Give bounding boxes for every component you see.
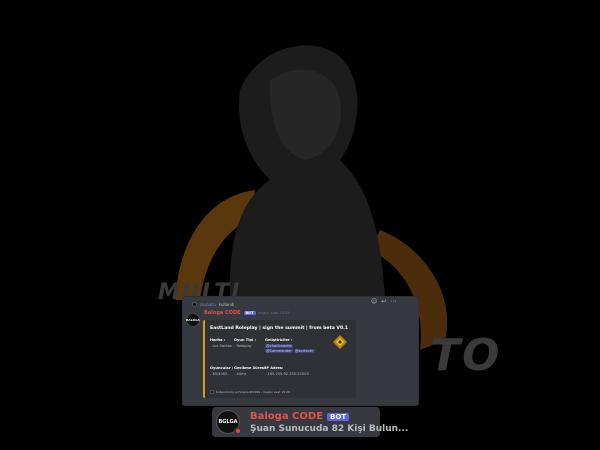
field-name: Oyun Tipi : [234, 338, 256, 342]
reply-reference[interactable]: /sunucu kullandı [192, 300, 234, 308]
author-line: Baloga CODE BOT bugün saat 15:29 [204, 310, 289, 316]
reply-suffix: kullandı [218, 301, 235, 307]
author-avatar[interactable]: BALOGA [186, 313, 200, 327]
developer-mention[interactable]: @charlimaddx [265, 343, 293, 348]
field-name: IP Adres: [265, 366, 284, 370]
member-status-card[interactable]: BGLGA Baloga CODE BOT Şuan Sunucuda 82 K… [212, 407, 408, 437]
status-name: Baloga CODE [250, 411, 324, 422]
field-name: Oyuncular : [210, 366, 234, 370]
add-reaction-icon[interactable]: ☺ [371, 298, 377, 305]
status-bot-tag: BOT [327, 412, 350, 421]
embed-thumbnail-logo-icon [333, 335, 347, 349]
field-game-type: Oyun Tipi : - Roleplay [234, 338, 256, 348]
field-developers: Geliştiriciler : @charlimaddx @Commander… [265, 338, 315, 354]
author-name[interactable]: Baloga CODE [204, 310, 241, 316]
bot-tag: BOT [243, 311, 256, 315]
field-name: Gecikme Süresi : [234, 366, 268, 370]
field-value: @charlimaddx @Commander @sortaver [265, 343, 315, 354]
reply-avatar [192, 301, 197, 307]
developer-mention[interactable]: @Commander [265, 348, 293, 353]
field-players: Oyuncular : - 85/4000 [210, 366, 233, 376]
field-value: - 44ms [234, 371, 247, 376]
footer-text: Kullanıldı by echoapex#0499 • bugün saat… [216, 390, 290, 394]
field-value: - Los Santos [210, 343, 232, 348]
watermark-right: TO [430, 330, 502, 381]
status-activity: Şuan Sunucuda 82 Kişi Bulun... [250, 424, 409, 434]
field-ip-address: IP Adres: - 185.255.92.155:22003 [265, 366, 309, 376]
developer-mention[interactable]: @sortaver [293, 348, 315, 353]
field-latency: Gecikme Süresi : - 44ms [234, 366, 268, 376]
dnd-status-icon [234, 427, 242, 435]
embed: EastLand Roleplay | sign the summit | fr… [203, 320, 356, 398]
field-map: Harita : - Los Santos [210, 338, 232, 348]
field-value: - 185.255.92.155:22003 [265, 371, 309, 376]
more-icon[interactable]: ⋯ [390, 298, 396, 305]
message-timestamp: bugün saat 15:29 [258, 311, 290, 315]
footer-icon [210, 390, 214, 394]
reply-command[interactable]: /sunucu [200, 302, 216, 307]
embed-footer: Kullanıldı by echoapex#0499 • bugün saat… [210, 390, 290, 394]
message-toolbar: ☺ ↩ ⋯ [371, 298, 396, 305]
reply-icon[interactable]: ↩ [381, 298, 386, 305]
field-value: - Roleplay [234, 343, 252, 348]
status-name-line: Baloga CODE BOT [250, 411, 350, 422]
embed-title: EastLand Roleplay | sign the summit | fr… [210, 326, 349, 331]
field-name: Harita : [210, 338, 226, 342]
field-name: Geliştiriciler : [265, 338, 293, 342]
field-value: - 85/4000 [210, 371, 228, 376]
